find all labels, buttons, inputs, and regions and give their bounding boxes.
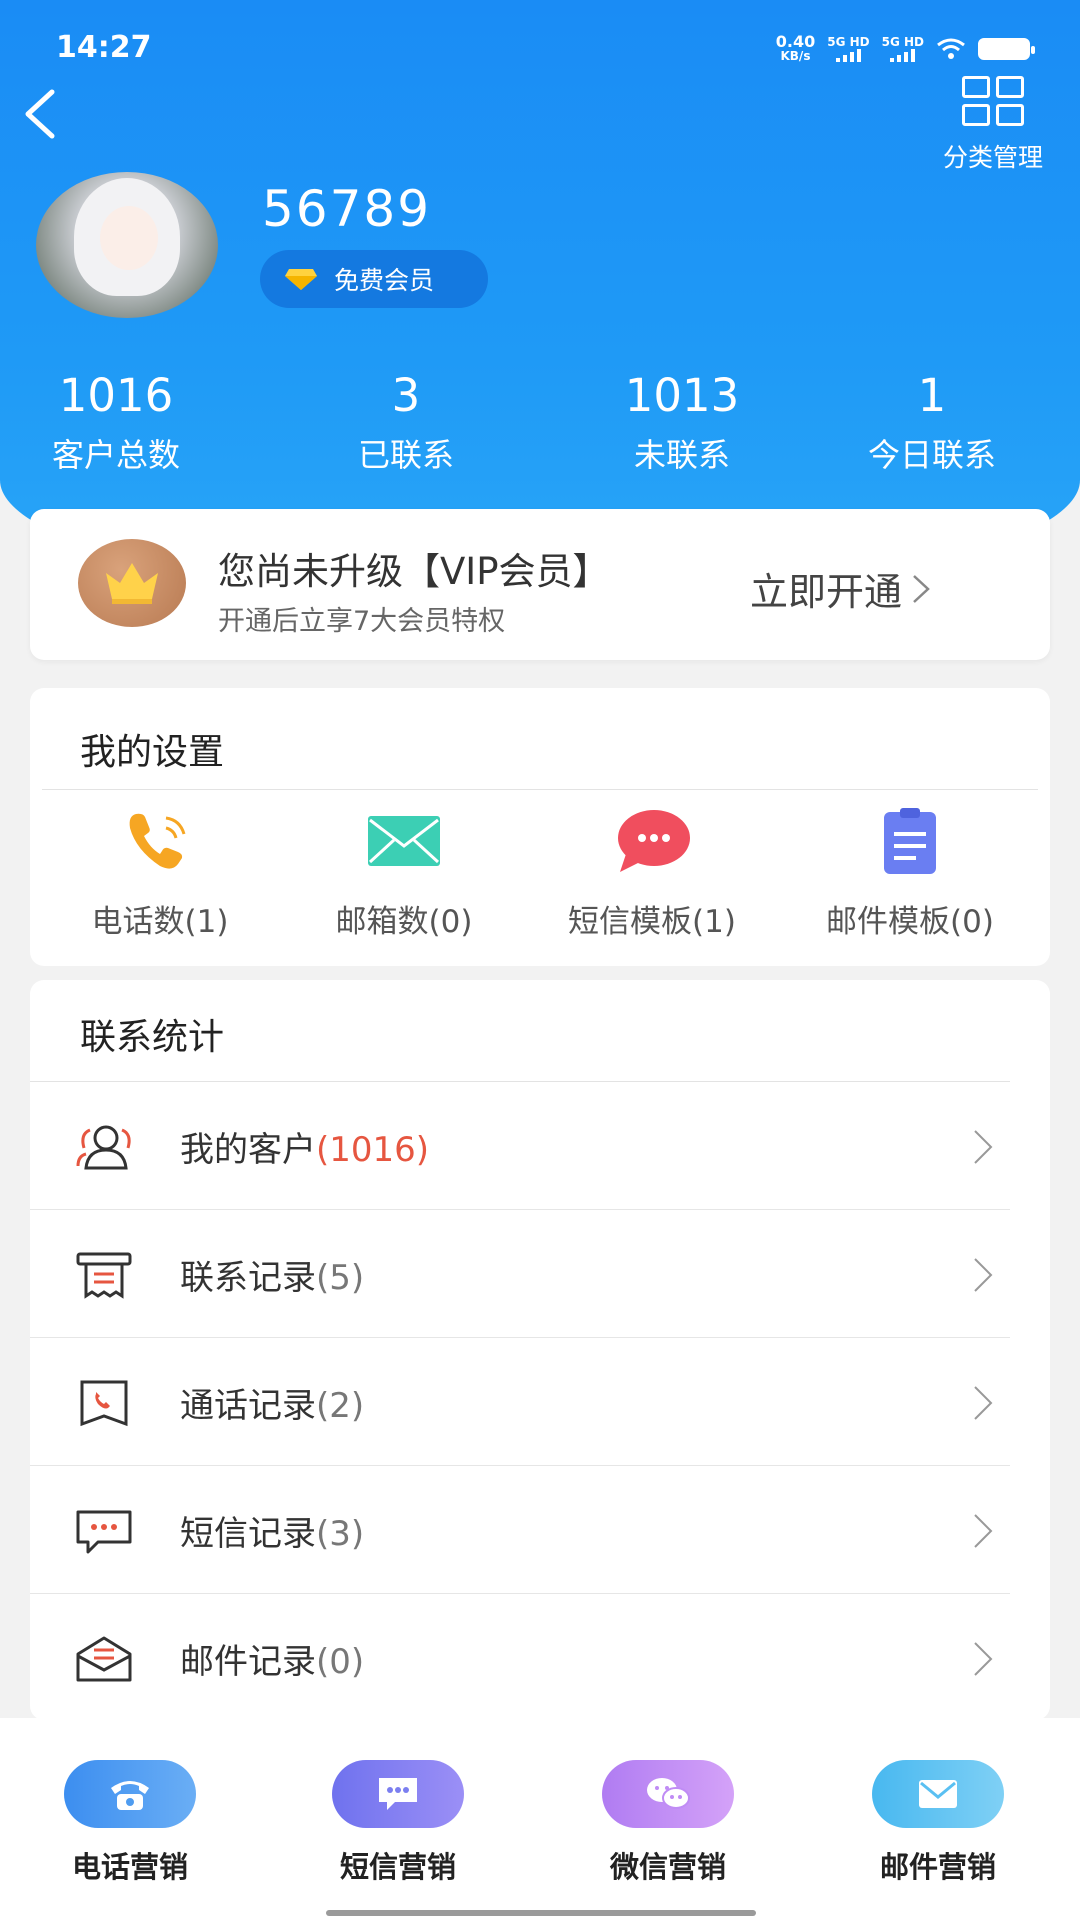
setting-phone-count[interactable]: 电话数(1) [40, 806, 280, 941]
my-settings-card: 我的设置 电话数(1) 邮箱数(0) 短信模板(1) 邮件模板(0) [30, 688, 1050, 966]
chevron-right-icon [974, 1130, 993, 1164]
divider [42, 789, 1038, 790]
wechat-icon [602, 1760, 734, 1828]
row-mail-records[interactable]: 邮件记录(0) [30, 1594, 1010, 1722]
message-icon [76, 1510, 132, 1554]
chevron-right-icon [974, 1514, 993, 1548]
vip-upgrade-card[interactable]: 您尚未升级【VIP会员】 开通后立享7大会员特权 立即开通 [30, 509, 1050, 660]
stat-not-contacted[interactable]: 1013 未联系 [580, 368, 784, 476]
phone-icon [129, 813, 186, 869]
member-badge[interactable]: 免费会员 [260, 250, 488, 308]
category-manage-label: 分类管理 [942, 143, 1043, 172]
email-icon [872, 1760, 1004, 1828]
stats-row: 1016 客户总数 3 已联系 1013 未联系 1 今日联系 [0, 368, 1080, 476]
mail-icon [368, 816, 440, 866]
setting-mailbox-count[interactable]: 邮箱数(0) [284, 806, 524, 941]
receipt-icon [76, 1252, 132, 1299]
contact-stats-card: 联系统计 我的客户(1016) 联系记录(5) 通话记录(2) 短信记录(3) … [30, 980, 1050, 1720]
row-my-customers[interactable]: 我的客户(1016) [30, 1082, 1010, 1210]
call-log-icon [80, 1380, 128, 1427]
stat-total-customers[interactable]: 1016 客户总数 [0, 368, 232, 476]
tab-phone-marketing[interactable]: 电话营销 [30, 1760, 230, 1886]
wifi-icon [937, 38, 965, 59]
stat-today-contacted[interactable]: 1 今日联系 [784, 368, 1080, 476]
bottom-marketing-bar: 电话营销 短信营销 微信营销 邮件营销 [0, 1718, 1080, 1920]
row-contact-records[interactable]: 联系记录(5) [30, 1210, 1010, 1338]
member-label: 免费会员 [334, 266, 435, 295]
row-call-records[interactable]: 通话记录(2) [30, 1338, 1010, 1466]
row-sms-records[interactable]: 短信记录(3) [30, 1466, 1010, 1594]
battery-icon [978, 38, 1035, 60]
status-time: 14:27 [56, 30, 152, 65]
envelope-icon [76, 1636, 132, 1682]
telephone-icon [64, 1760, 196, 1828]
contact-stats-title: 联系统计 [80, 1017, 225, 1058]
customers-icon [76, 1125, 131, 1170]
home-indicator[interactable] [326, 1910, 756, 1916]
username: 56789 [262, 180, 432, 238]
vip-activate-button[interactable]: 立即开通 [750, 561, 932, 616]
vip-subtitle: 开通后立享7大会员特权 [218, 606, 506, 637]
category-manage-button[interactable]: 分类管理 [928, 76, 1058, 174]
back-arrow-icon[interactable] [18, 84, 68, 144]
clipboard-icon [884, 808, 936, 874]
crown-icon [78, 539, 186, 627]
chevron-right-icon [974, 1258, 993, 1292]
signal-sim2-icon: 5G HD [882, 36, 924, 62]
setting-mail-template[interactable]: 邮件模板(0) [790, 806, 1030, 941]
tab-email-marketing[interactable]: 邮件营销 [838, 1760, 1038, 1886]
status-bar: 14:27 0.40 KB/s 5G HD 5G HD [0, 30, 1080, 70]
chevron-right-icon [974, 1386, 993, 1420]
vip-title: 您尚未升级【VIP会员】 [218, 550, 610, 593]
diamond-icon [285, 269, 317, 290]
signal-sim1-icon: 5G HD [827, 36, 870, 62]
settings-title: 我的设置 [80, 732, 225, 773]
setting-sms-template[interactable]: 短信模板(1) [532, 806, 772, 941]
grid-icon [962, 76, 1024, 126]
status-icons: 0.40 KB/s 5G HD 5G HD [775, 32, 1035, 64]
stat-contacted[interactable]: 3 已联系 [232, 368, 580, 476]
network-speed: 0.40 KB/s [775, 32, 816, 64]
sms-bubble-icon [618, 810, 690, 872]
chevron-right-icon [974, 1642, 993, 1676]
chevron-right-icon [913, 574, 930, 603]
tab-wechat-marketing[interactable]: 微信营销 [568, 1760, 768, 1886]
chat-icon [332, 1760, 464, 1828]
tab-sms-marketing[interactable]: 短信营销 [298, 1760, 498, 1886]
avatar[interactable] [36, 172, 218, 318]
